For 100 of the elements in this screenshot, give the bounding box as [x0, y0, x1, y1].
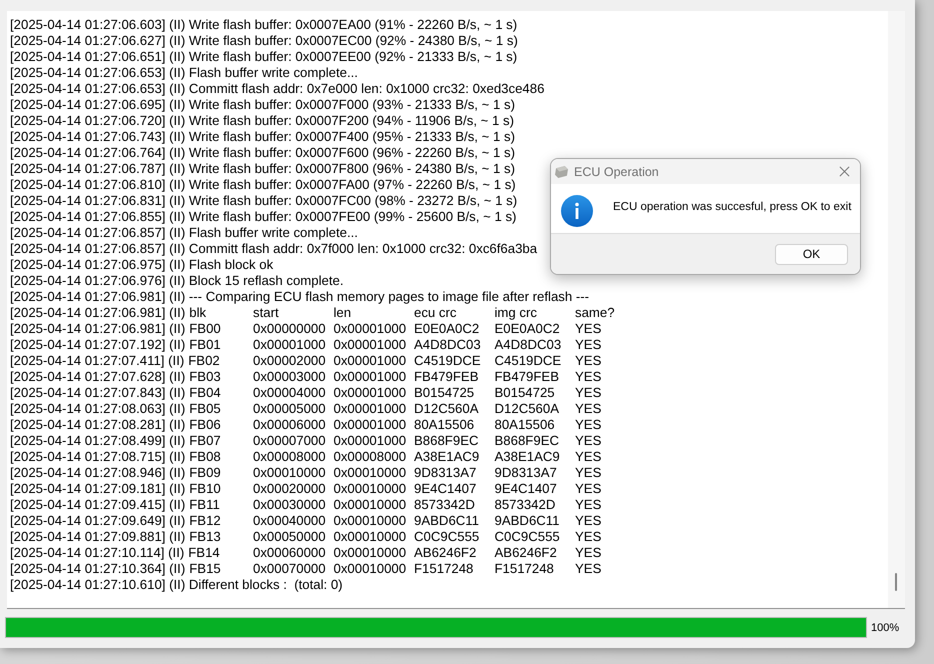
- column-header: img crc: [494, 305, 538, 321]
- table-cell-text: 80A15506: [414, 417, 476, 433]
- table-cell-text: FB479FEB: [494, 369, 560, 385]
- table-cell-text: AB6246F2: [414, 545, 478, 561]
- table-cell: FB12: [189, 513, 221, 529]
- table-cell-text: A4D8DC03: [494, 337, 562, 353]
- table-cell-text: YES: [575, 465, 602, 481]
- log-prefix: [2025-04-14 01:27:09.649] (II): [10, 513, 186, 529]
- table-cell-text: YES: [575, 497, 602, 513]
- table-cell-text: B0154725: [494, 385, 556, 401]
- table-cell-text: 9D8313A7: [494, 465, 558, 481]
- table-cell: FB14: [188, 545, 220, 561]
- table-cell-text: 9D8313A7: [414, 465, 478, 481]
- scrollbar[interactable]: [888, 11, 905, 608]
- table-cell-text: 9ABD6C11: [494, 513, 560, 529]
- log-prefix: [2025-04-14 01:27:07.843] (II): [10, 385, 186, 401]
- table-cell-text: YES: [575, 545, 602, 561]
- table-cell-text: 0x00008000: [334, 449, 408, 465]
- column-header: len: [334, 305, 352, 321]
- column-header: ecu crc: [414, 305, 458, 321]
- log-line: [2025-04-14 01:27:06.743] (II) Write flash buffer: 0x0007F400 (95% - 21333 B/s, ~ 1 s): [10, 129, 515, 145]
- table-cell-text: 0x00010000: [253, 465, 327, 481]
- log-prefix: [2025-04-14 01:27:09.181] (II): [10, 481, 186, 497]
- table-cell: FB08: [189, 449, 221, 465]
- table-cell-text: C0C9C555: [494, 529, 561, 545]
- table-cell-text: YES: [575, 449, 602, 465]
- table-cell-text: YES: [575, 369, 602, 385]
- table-cell-text: 0x00001000: [334, 337, 408, 353]
- table-cell-text: 0x00050000: [253, 529, 327, 545]
- table-cell-text: C0C9C555: [414, 529, 480, 545]
- log-line: [2025-04-14 01:27:06.981] (II) --- Comparing ECU flash memory pages to image file after reflash ---: [10, 289, 590, 305]
- table-cell: FB15: [189, 561, 221, 577]
- log-prefix: [2025-04-14 01:27:08.946] (II): [10, 465, 186, 481]
- table-cell: FB11: [189, 497, 220, 513]
- log-line: [2025-04-14 01:27:06.857] (II) Committ flash addr: 0x7f000 len: 0x1000 crc32: 0xc6f6a3ba: [10, 241, 538, 257]
- table-cell-text: 0x00010000: [334, 561, 408, 577]
- table-cell-text: YES: [575, 417, 602, 433]
- dialog-title: ECU Operation: [574, 164, 660, 178]
- table-cell-text: YES: [575, 337, 602, 353]
- table-cell-text: D12C560A: [494, 401, 560, 417]
- log-prefix: [2025-04-14 01:27:08.281] (II): [10, 417, 186, 433]
- table-cell-text: 0x00001000: [253, 337, 327, 353]
- table-cell-text: A4D8DC03: [414, 337, 482, 353]
- table-cell-text: 0x00020000: [253, 481, 327, 497]
- table-cell: FB06: [189, 417, 221, 433]
- table-cell-text: 8573342D: [494, 497, 556, 513]
- table-cell: FB00: [189, 321, 221, 337]
- table-cell-text: 0x00010000: [334, 465, 408, 481]
- table-cell-text: E0E0A0C2: [414, 321, 480, 337]
- table-cell-text: 0x00001000: [334, 385, 408, 401]
- table-cell-text: YES: [575, 385, 602, 401]
- table-cell-text: 0x00030000: [253, 497, 327, 513]
- table-cell-text: 9ABD6C11: [414, 513, 480, 529]
- table-cell: FB01: [189, 337, 221, 353]
- log-line: [2025-04-14 01:27:06.695] (II) Write flash buffer: 0x0007F000 (93% - 21333 B/s, ~ 1 s): [10, 97, 515, 113]
- table-cell-text: C4519DCE: [414, 353, 482, 369]
- table-cell-text: 0x00001000: [334, 417, 408, 433]
- dialog-message: ECU operation was succesful, press OK to exit: [613, 201, 852, 213]
- table-cell: FB07: [189, 433, 221, 449]
- log-line: [2025-04-14 01:27:10.610] (II) Different blocks : (total: 0): [10, 577, 343, 593]
- table-cell: FB02: [188, 353, 220, 369]
- table-cell-text: 80A15506: [494, 417, 556, 433]
- table-cell-text: 0x00000000: [253, 321, 327, 337]
- table-cell-text: YES: [575, 513, 602, 529]
- log-prefix: [2025-04-14 01:27:07.411] (II): [10, 353, 184, 369]
- table-cell-text: 0x00001000: [334, 353, 408, 369]
- table-cell-text: 9E4C1407: [414, 481, 478, 497]
- ok-button[interactable]: OK: [775, 244, 848, 264]
- log-line: [2025-04-14 01:27:06.653] (II) Flash buffer write complete...: [10, 65, 358, 81]
- log-line: [2025-04-14 01:27:06.976] (II) Block 15 reflash complete.: [10, 273, 344, 289]
- table-cell-text: B868F9EC: [494, 433, 560, 449]
- table-cell-text: 0x00001000: [334, 433, 408, 449]
- device-icon: [555, 166, 568, 178]
- table-cell-text: YES: [575, 481, 602, 497]
- log-prefix: [2025-04-14 01:27:06.981] (II): [10, 321, 186, 337]
- table-cell-text: B868F9EC: [414, 433, 480, 449]
- scrollbar-thumb[interactable]: [895, 573, 897, 591]
- table-cell-text: 0x00010000: [334, 545, 408, 561]
- table-cell-text: 0x00006000: [253, 417, 327, 433]
- log-prefix: [2025-04-14 01:27:07.192] (II): [10, 337, 186, 353]
- table-cell-text: 0x00005000: [253, 401, 327, 417]
- table-cell-text: 0x00001000: [334, 321, 408, 337]
- log-line: [2025-04-14 01:27:06.857] (II) Flash buffer write complete...: [10, 225, 358, 241]
- column-header: same?: [575, 305, 616, 321]
- log-line: [2025-04-14 01:27:06.855] (II) Write flash buffer: 0x0007FE00 (99% - 25600 B/s, ~ 1 s): [10, 209, 516, 225]
- table-cell-text: 8573342D: [414, 497, 476, 513]
- log-prefix: [2025-04-14 01:27:10.364] (II): [10, 561, 186, 577]
- log-line: [2025-04-14 01:27:06.975] (II) Flash block ok: [10, 257, 274, 273]
- log-prefix: [2025-04-14 01:27:10.114] (II): [10, 545, 184, 561]
- progress-percent: 100%: [871, 622, 900, 634]
- table-cell-text: 0x00003000: [253, 369, 327, 385]
- table-cell-text: D12C560A: [414, 401, 480, 417]
- log-line: [2025-04-14 01:27:06.651] (II) Write flash buffer: 0x0007EE00 (92% - 21333 B/s, ~ 1 s): [10, 49, 518, 65]
- table-cell-text: 0x00008000: [253, 449, 327, 465]
- table-cell-text: 0x00001000: [334, 369, 408, 385]
- close-icon[interactable]: [839, 166, 850, 177]
- table-cell-text: 0x00002000: [253, 353, 327, 369]
- table-cell-text: 9E4C1407: [494, 481, 558, 497]
- log-line: [2025-04-14 01:27:06.810] (II) Write flash buffer: 0x0007FA00 (97% - 22260 B/s, ~ 1 s): [10, 177, 516, 193]
- log-prefix: [2025-04-14 01:27:06.981] (II): [10, 305, 186, 321]
